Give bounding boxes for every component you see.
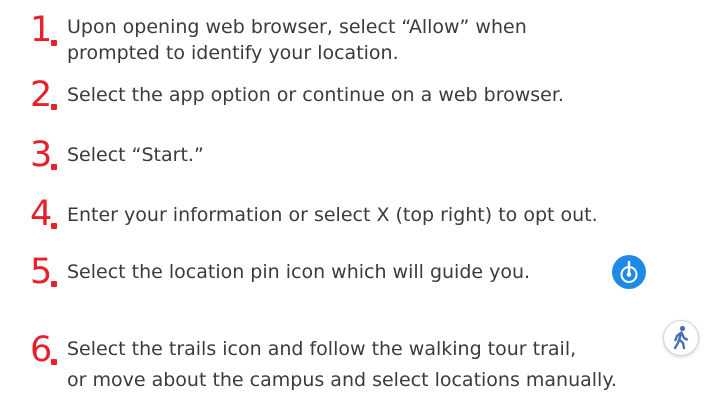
step-1-text-line-1: Upon opening web browser, select “Allow”…: [67, 16, 527, 38]
walking-person-icon: [663, 320, 699, 356]
step-dot-2: [51, 104, 57, 110]
step-number-6: 6: [30, 330, 53, 370]
step-6-text-line-1: Select the trails icon and follow the wa…: [67, 338, 577, 360]
step-dot-5: [51, 281, 57, 287]
step-dot-1: [51, 40, 57, 46]
step-dot-3: [51, 164, 57, 170]
step-dot-4: [51, 223, 57, 229]
step-number-5: 5: [30, 252, 53, 292]
step-number-1: 1: [30, 10, 53, 50]
step-dot-6: [51, 359, 57, 365]
step-1-text-line-2: prompted to identify your location.: [67, 42, 399, 64]
step-number-2: 2: [30, 75, 53, 115]
step-number-3: 3: [30, 135, 53, 175]
step-2-text-line-1: Select the app option or continue on a w…: [67, 84, 564, 106]
step-number-4: 4: [30, 194, 53, 234]
step-3-text-line-1: Select “Start.”: [67, 144, 204, 166]
location-pin-icon: [612, 255, 646, 289]
step-5-text-line-1: Select the location pin icon which will …: [67, 261, 531, 283]
step-4-text-line-1: Enter your information or select X (top …: [67, 204, 598, 226]
step-6-text-line-2: or move about the campus and select loca…: [67, 369, 617, 391]
